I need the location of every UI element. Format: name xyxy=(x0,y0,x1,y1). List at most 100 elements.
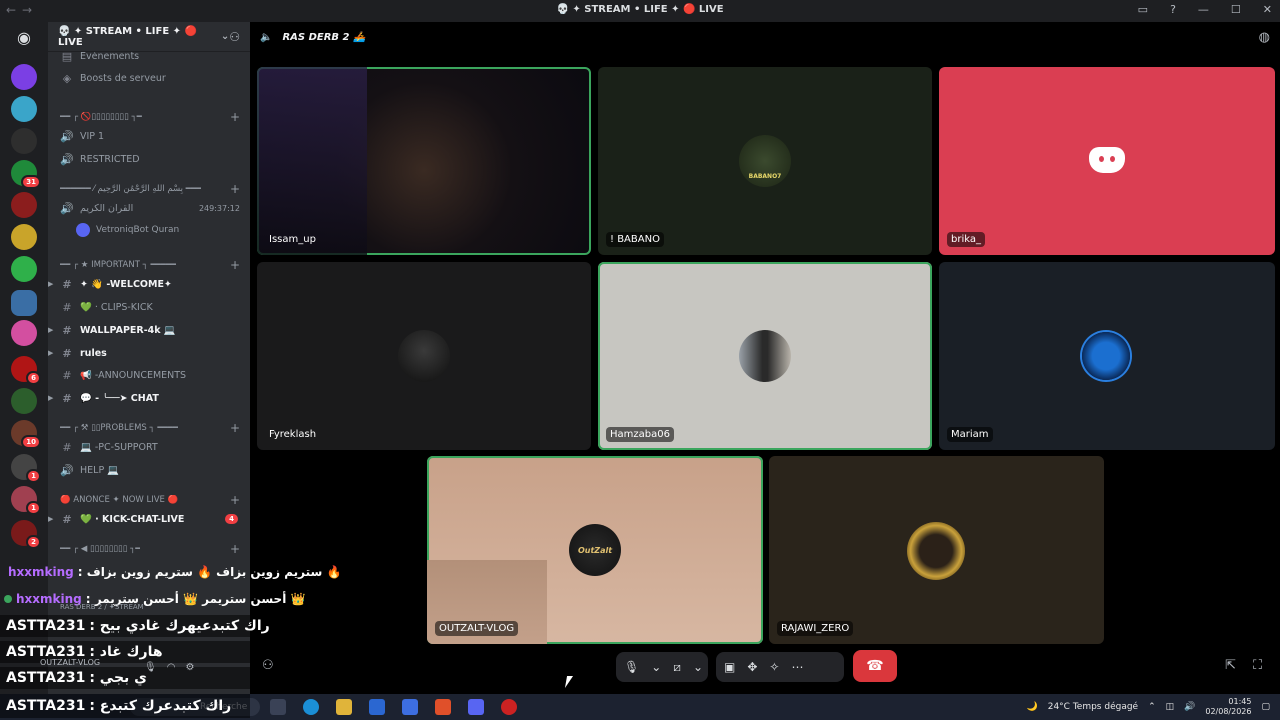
voice-channel-restricted[interactable]: 🔊 RESTRICTED xyxy=(48,148,250,170)
soundboard-icon[interactable]: ✧ xyxy=(769,660,779,674)
video-frame xyxy=(257,67,367,255)
brave-browser-icon[interactable] xyxy=(435,699,451,715)
channel-announcements[interactable]: # 📢 -ANNOUNCEMENTS xyxy=(48,364,250,386)
server-icon[interactable] xyxy=(11,320,37,346)
channel-clips[interactable]: # 💚 · CLIPS-KICK xyxy=(48,296,250,318)
more-options-icon[interactable]: ⋯ xyxy=(791,660,803,674)
video-tile-rajawi[interactable]: RAJAWI_ZERO xyxy=(769,456,1104,644)
add-channel-icon[interactable]: + xyxy=(230,493,240,507)
speaker-icon: 🔈 xyxy=(260,31,273,43)
server-icon[interactable] xyxy=(11,388,37,414)
server-header[interactable]: 💀 ✦ STREAM • LIFE ✦ 🔴 LIVE ⌄ ⚇ xyxy=(48,22,250,52)
tray-chevron-icon[interactable]: ⌃ xyxy=(1148,702,1156,712)
add-channel-icon[interactable]: + xyxy=(230,182,240,196)
add-people-icon[interactable]: ⚇ xyxy=(262,658,274,673)
disconnect-button[interactable]: ☎ xyxy=(853,650,897,682)
overlay-chat-line: ASTTA231: راك كتبدعيهرك غادي بيح xyxy=(0,615,270,637)
discord-app-icon[interactable] xyxy=(468,699,484,715)
chevron-down-icon[interactable]: ⌄ xyxy=(651,660,661,674)
headphones-icon[interactable]: ◠ xyxy=(167,662,176,673)
voice-channel-help[interactable]: 🔊 HELP 💻 xyxy=(48,459,250,481)
channel-wallpaper[interactable]: ▶ # WALLPAPER-4k 💻 xyxy=(48,319,250,341)
channel-welcome[interactable]: ▶ # ✦ 👋 -WELCOME✦ xyxy=(48,273,250,295)
inbox-icon[interactable]: ▭ xyxy=(1138,3,1148,16)
discord-home-icon[interactable]: ◉ xyxy=(11,28,37,48)
chat-bubble-icon[interactable]: ◍ xyxy=(1259,30,1270,45)
participant-name: Fyreklash xyxy=(269,429,317,440)
fullscreen-icon[interactable]: ⛶ xyxy=(1253,658,1262,673)
close-button[interactable]: ✕ xyxy=(1263,3,1272,16)
task-view-icon[interactable] xyxy=(270,699,286,715)
mail-icon[interactable] xyxy=(402,699,418,715)
user-panel-controls: 🎙 ◠ ⚙ xyxy=(144,662,194,673)
server-icon[interactable]: 1 xyxy=(11,486,41,515)
add-channel-icon[interactable]: + xyxy=(230,258,240,272)
mention-badge: 1 xyxy=(26,469,41,483)
obs-app-icon[interactable] xyxy=(501,699,517,715)
server-icon[interactable] xyxy=(11,224,37,250)
edge-browser-icon[interactable] xyxy=(303,699,319,715)
clock[interactable]: 01:45 02/08/2026 xyxy=(1205,697,1251,717)
minimize-button[interactable]: — xyxy=(1198,3,1209,16)
add-channel-icon[interactable]: + xyxy=(230,542,240,556)
file-explorer-icon[interactable] xyxy=(336,699,352,715)
discord-logo-icon xyxy=(1089,147,1125,173)
video-tile-mariam[interactable]: Mariam xyxy=(939,262,1275,450)
avatar-text: BABANO7 xyxy=(748,173,782,180)
camera-off-icon[interactable]: ⧄ xyxy=(673,660,681,675)
chevron-down-icon[interactable]: ⌄ xyxy=(693,660,703,674)
channel-kick-chat-live[interactable]: ▶ # 💚 · KICK-CHAT-LIVE 4 xyxy=(48,508,250,530)
server-icon[interactable] xyxy=(11,96,37,122)
overlay-chat-line: hxxmking: ستريم زوين بزاف 🔥 ستريم زوين ب… xyxy=(8,565,342,579)
channel-pc-support[interactable]: # 💻 -PC-SUPPORT xyxy=(48,436,250,458)
server-icon[interactable]: 10 xyxy=(11,420,41,449)
discord-logo-eye xyxy=(1099,156,1104,162)
server-icon[interactable] xyxy=(11,64,37,90)
unread-indicator: ▶ xyxy=(48,326,54,334)
video-tile-hamzaba[interactable]: Hamzaba06 xyxy=(598,262,932,450)
voice-user[interactable]: VetroniqBot Quran xyxy=(48,220,250,240)
video-tile-issam[interactable]: Issam_up xyxy=(257,67,591,255)
video-tile-brika[interactable]: brika_ xyxy=(939,67,1275,255)
add-user-icon[interactable]: ⚇ xyxy=(229,30,240,44)
pop-out-icon[interactable]: ⇱ xyxy=(1225,658,1236,673)
server-icon[interactable] xyxy=(11,128,37,154)
server-icon[interactable]: 31 xyxy=(11,160,41,189)
add-channel-icon[interactable]: + xyxy=(230,421,240,435)
screen-share-icon[interactable]: ▣ xyxy=(724,660,735,674)
channel-boosts[interactable]: ◈ Boosts de serveur xyxy=(48,67,250,89)
voice-header: 🔈 RAS DERB 2 🚣 ◍ xyxy=(250,22,1280,52)
activities-icon[interactable]: ✥ xyxy=(747,660,757,674)
hash-icon: # xyxy=(62,300,72,314)
help-icon[interactable]: ? xyxy=(1170,3,1176,16)
volume-icon[interactable]: 🔊 xyxy=(1184,702,1195,712)
voice-call-area: 🔈 RAS DERB 2 🚣 ◍ Issam_up BABANO7 ! BABA… xyxy=(250,22,1280,694)
channel-rules[interactable]: ▶ # rules xyxy=(48,342,250,364)
server-icon[interactable] xyxy=(11,192,37,218)
microphone-icon[interactable]: 🎙 xyxy=(624,660,639,674)
video-tile-babano[interactable]: BABANO7 ! BABANO xyxy=(598,67,932,255)
notifications-icon[interactable]: ▢ xyxy=(1261,702,1270,712)
hash-icon: # xyxy=(62,277,72,291)
video-tile-fyreklash[interactable]: Fyreklash xyxy=(257,262,591,450)
voice-timer: 249:37:12 xyxy=(198,203,240,213)
maximize-button[interactable]: ☐ xyxy=(1231,3,1241,16)
participant-name: RAJAWI_ZERO xyxy=(777,621,854,636)
settings-icon[interactable]: ⚙ xyxy=(185,662,194,673)
store-icon[interactable] xyxy=(369,699,385,715)
microphone-icon[interactable]: 🎙 xyxy=(144,662,157,673)
server-icon[interactable]: 1 xyxy=(11,454,41,483)
add-channel-icon[interactable]: + xyxy=(230,110,240,124)
hash-icon: # xyxy=(62,346,72,360)
server-icon[interactable] xyxy=(11,256,37,282)
server-icon[interactable]: 2 xyxy=(11,520,41,549)
network-icon[interactable]: ◫ xyxy=(1166,702,1175,712)
video-tile-outzalt[interactable]: OutZalt OUTZALT-VLOG xyxy=(427,456,763,644)
server-icon[interactable]: 6 xyxy=(11,356,41,385)
voice-channel-vip[interactable]: 🔊 VIP 1 xyxy=(48,125,250,147)
voice-channel-quran[interactable]: 🔊 القرآن الكريم 249:37:12 xyxy=(48,197,250,219)
folder-icon[interactable] xyxy=(11,290,37,316)
weather-icon: 🌙 xyxy=(1026,702,1038,712)
channel-chat[interactable]: ▶ # 💬 - ╰──➤ CHAT xyxy=(48,387,250,409)
category-header[interactable]: ━━ ┌ ◀ ▯▯▯▯▯▯▯▯ ┐━ + xyxy=(48,538,250,560)
